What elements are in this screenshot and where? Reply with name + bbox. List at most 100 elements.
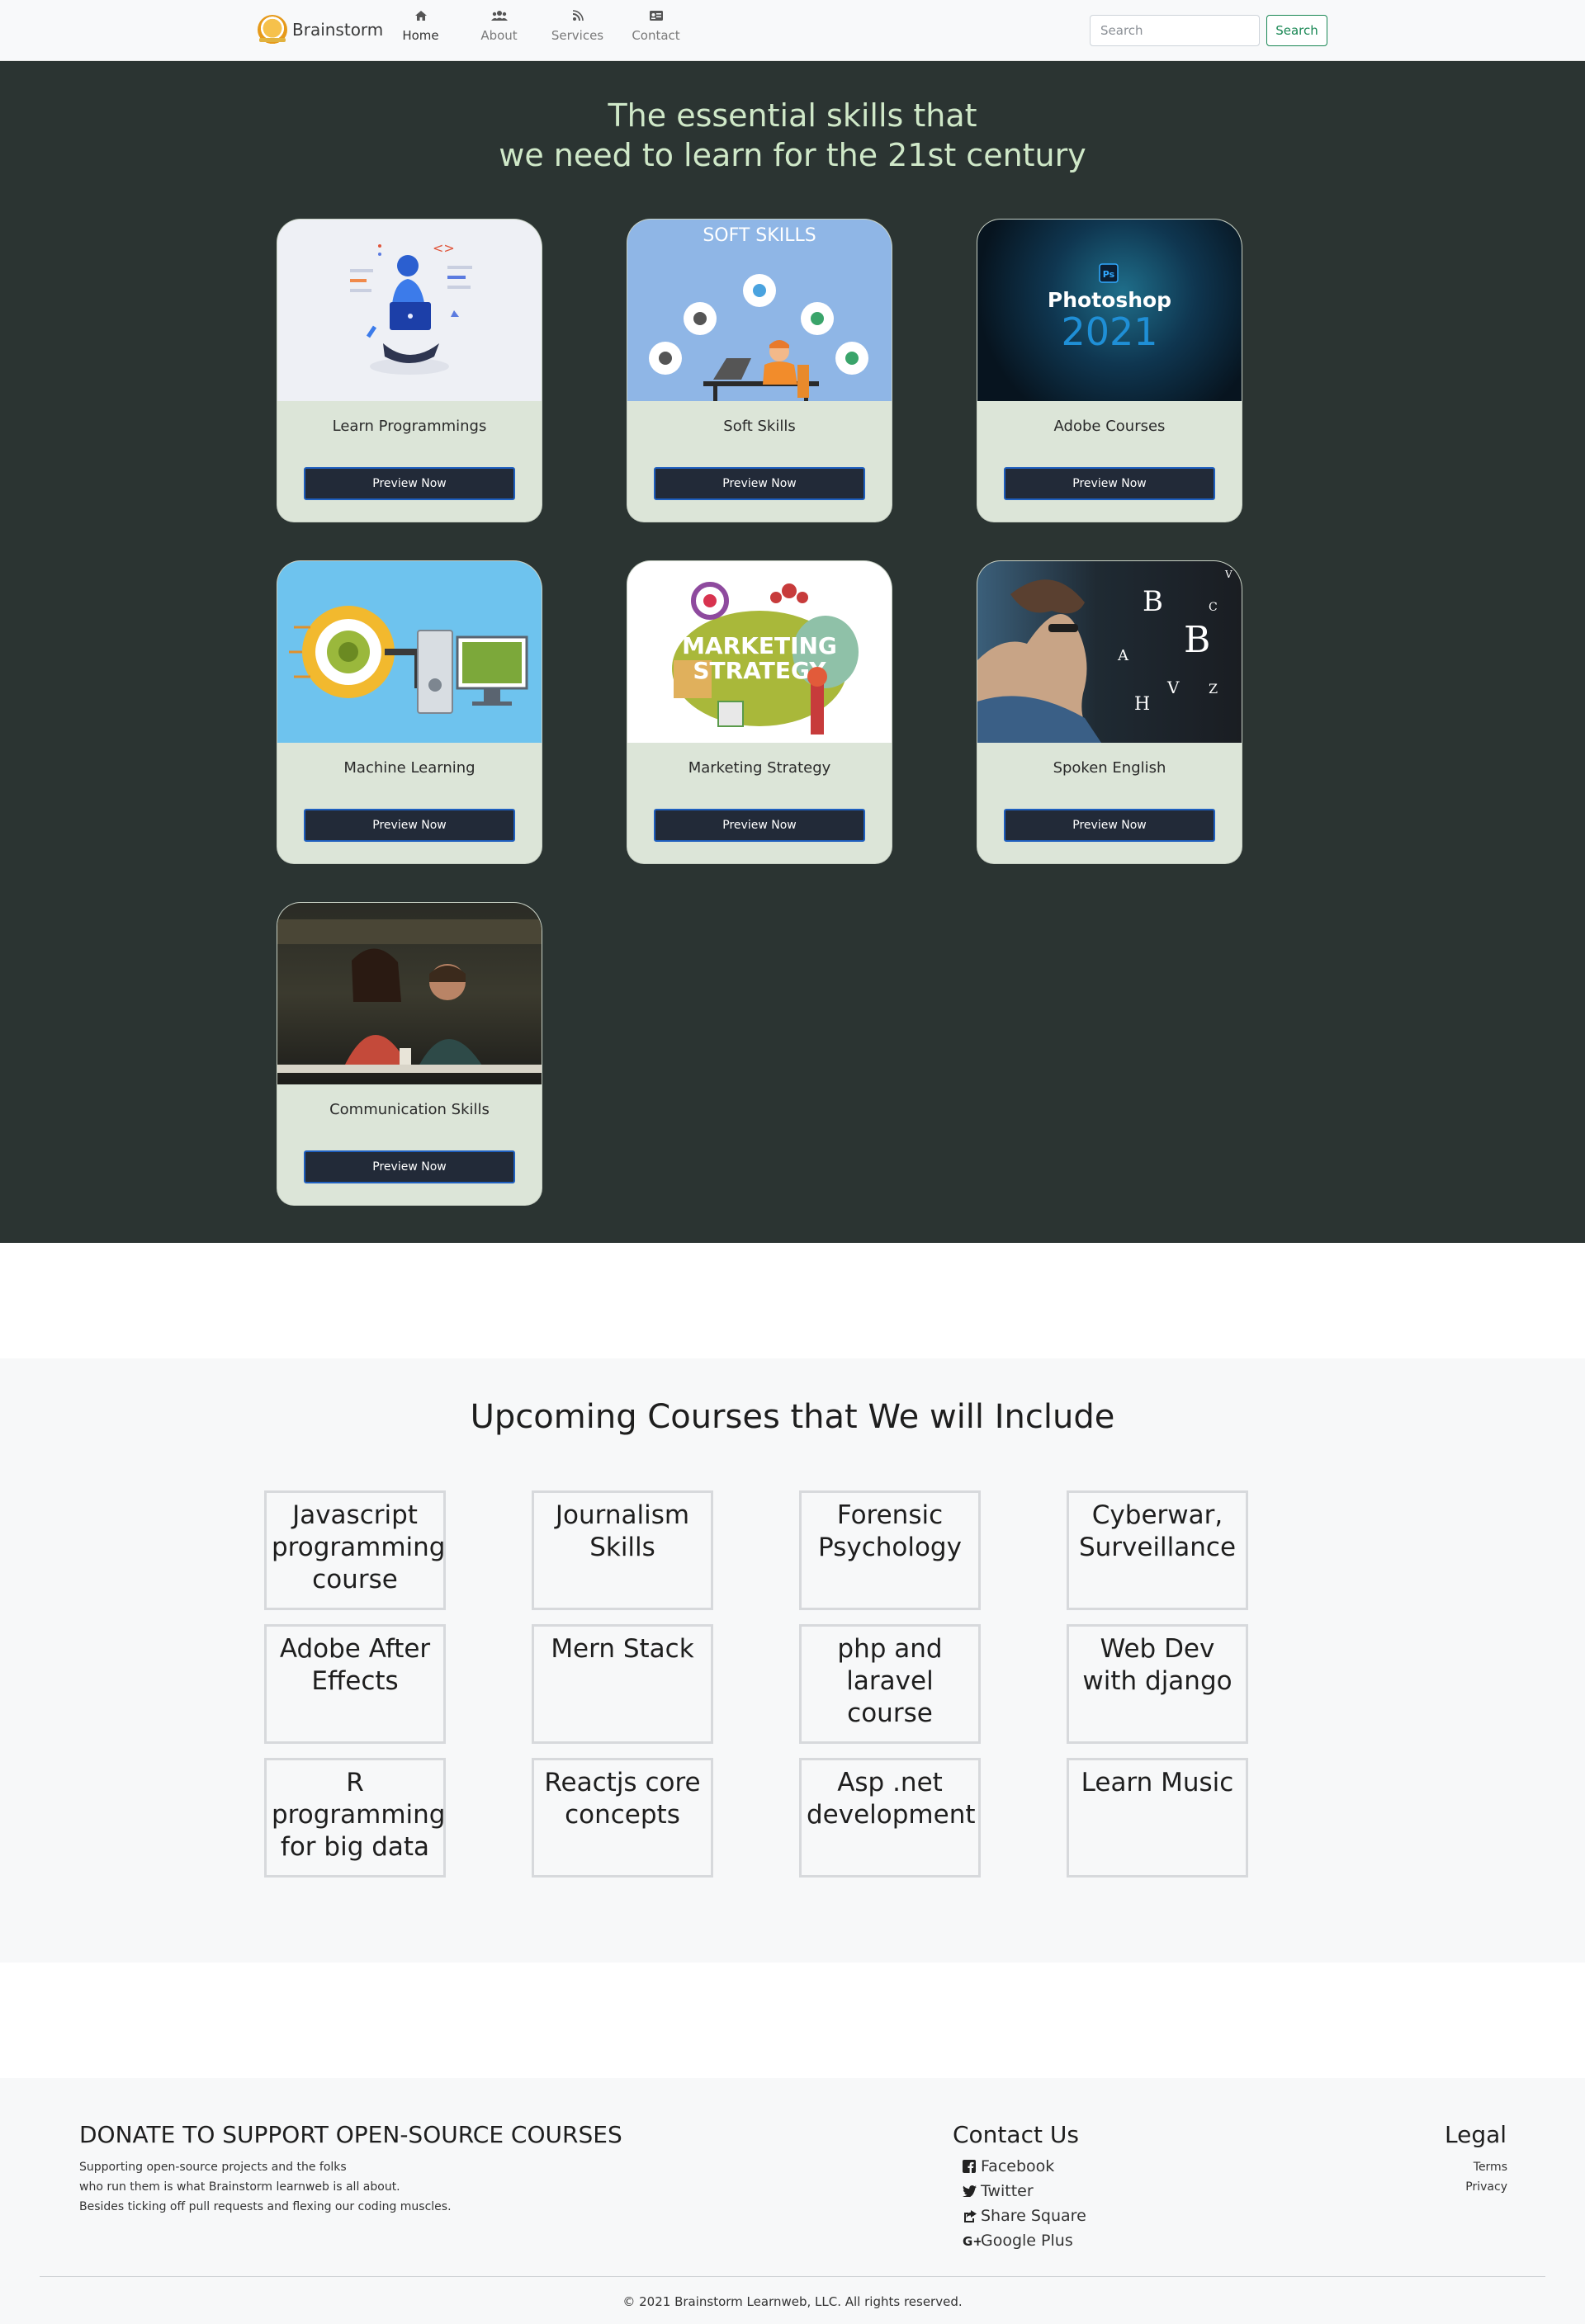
contact-links: Facebook Twitter Share Square G+ Google …	[963, 2154, 1086, 2253]
course-card-title: Marketing Strategy	[688, 759, 831, 777]
course-card-title: Communication Skills	[329, 1101, 490, 1118]
course-card-title: Machine Learning	[343, 759, 476, 777]
contact-heading: Contact Us	[953, 2121, 1079, 2148]
photoshop-title-text: Photoshop	[1048, 288, 1171, 312]
brand-name: Brainstorm	[292, 20, 384, 40]
upcoming-course-item: Forensic Psychology	[799, 1490, 981, 1610]
broadcast-icon	[572, 7, 584, 25]
navbar: Brainstorm Home About Services Contact S…	[0, 0, 1585, 61]
nav-item-home[interactable]: Home	[381, 7, 460, 43]
marketing-strategy-illustration: MARKETING STRATEGY	[627, 561, 892, 743]
svg-text:A: A	[1117, 647, 1129, 664]
soft-skills-illustration: SOFT SKILLS	[627, 220, 892, 401]
preview-now-button[interactable]: Preview Now	[304, 809, 515, 842]
twitter-icon	[963, 2185, 981, 2197]
search-input[interactable]	[1090, 15, 1260, 46]
course-card-marketing: MARKETING STRATEGY Marketing Strategy Pr…	[627, 561, 892, 863]
contact-link-label: Twitter	[981, 2182, 1034, 2200]
preview-now-button[interactable]: Preview Now	[1004, 809, 1215, 842]
legal-heading: Legal	[1445, 2121, 1507, 2148]
upcoming-course-item: Mern Stack	[532, 1624, 713, 1744]
upcoming-course-item: Reactjs core concepts	[532, 1758, 713, 1878]
id-card-icon	[649, 7, 664, 25]
facebook-icon	[963, 2160, 981, 2173]
nav-item-services[interactable]: Services	[538, 7, 617, 43]
nav-item-label: Services	[551, 28, 604, 43]
upcoming-course-item: Cyberwar, Surveillance	[1067, 1490, 1248, 1610]
course-card-title: Spoken English	[1053, 759, 1166, 777]
photoshop-ps-text: Ps	[1103, 269, 1115, 280]
marketing-image-text-1: MARKETING	[682, 632, 837, 659]
photoshop-2021-image: Ps Photoshop 2021	[977, 220, 1242, 401]
svg-text:V: V	[1224, 569, 1233, 580]
skills-section: The essential skills that we need to lea…	[0, 61, 1585, 1243]
contact-link-share-square[interactable]: Share Square	[963, 2204, 1086, 2228]
legal-link-terms[interactable]: Terms	[1403, 2157, 1507, 2177]
nav-menu: Home About Services Contact	[381, 7, 695, 43]
soft-skills-image-text: SOFT SKILLS	[703, 225, 816, 246]
machine-learning-illustration	[277, 561, 542, 743]
donate-heading: DONATE TO SUPPORT OPEN-SOURCE COURSES	[79, 2121, 622, 2148]
home-icon	[414, 7, 428, 25]
donate-line: who run them is what Brainstorm learnweb…	[79, 2180, 400, 2194]
users-icon	[490, 7, 508, 25]
upcoming-course-item: Adobe After Effects	[264, 1624, 446, 1744]
donate-description: Supporting open-source projects and the …	[79, 2157, 452, 2217]
communication-photo	[277, 903, 542, 1084]
contact-link-google-plus[interactable]: G+ Google Plus	[963, 2228, 1086, 2253]
legal-links: Terms Privacy	[1403, 2157, 1507, 2197]
course-card-communication: Communication Skills Preview Now	[277, 903, 542, 1205]
upcoming-course-item: Javascript programming course	[264, 1490, 446, 1610]
search-button[interactable]: Search	[1266, 15, 1327, 46]
contact-link-label: Google Plus	[981, 2232, 1073, 2250]
preview-now-button[interactable]: Preview Now	[654, 467, 865, 500]
course-card-spoken-english: BB A V Z H C V Spoken English Preview Now	[977, 561, 1242, 863]
svg-text:C: C	[1209, 601, 1218, 614]
photoshop-year-text: 2021	[1061, 309, 1157, 354]
svg-text:V: V	[1166, 678, 1180, 697]
svg-text:<>: <>	[433, 240, 455, 256]
google-plus-icon: G+	[963, 2235, 981, 2246]
svg-text:Z: Z	[1209, 681, 1218, 697]
course-card-title: Soft Skills	[723, 418, 796, 435]
preview-now-button[interactable]: Preview Now	[304, 467, 515, 500]
spoken-english-photo: BB A V Z H C V	[977, 561, 1242, 743]
course-card-machine-learning: Machine Learning Preview Now	[277, 561, 542, 863]
brand[interactable]: Brainstorm	[258, 15, 383, 45]
footer: DONATE TO SUPPORT OPEN-SOURCE COURSES Su…	[0, 2078, 1585, 2324]
footer-divider	[40, 2276, 1545, 2277]
upcoming-courses-section: Upcoming Courses that We will Include Ja…	[0, 1358, 1585, 1963]
nav-item-contact[interactable]: Contact	[617, 7, 695, 43]
contact-link-label: Facebook	[981, 2157, 1055, 2175]
course-card-title: Learn Programmings	[332, 418, 487, 435]
svg-text:B: B	[1143, 585, 1163, 618]
nav-item-label: Home	[402, 28, 439, 43]
brainstorm-logo-icon	[258, 15, 287, 45]
preview-now-button[interactable]: Preview Now	[304, 1150, 515, 1183]
svg-text:G+: G+	[963, 2235, 981, 2246]
course-card-soft-skills: SOFT SKILLS Soft Skills Preview Now	[627, 220, 892, 522]
skills-heading-line-2: we need to learn for the 21st century	[499, 137, 1086, 173]
skills-heading-line-1: The essential skills that	[608, 97, 977, 134]
contact-link-facebook[interactable]: Facebook	[963, 2154, 1086, 2179]
preview-now-button[interactable]: Preview Now	[654, 809, 865, 842]
preview-now-button[interactable]: Preview Now	[1004, 467, 1215, 500]
course-card-title: Adobe Courses	[1053, 418, 1166, 435]
upcoming-courses-heading: Upcoming Courses that We will Include	[470, 1398, 1115, 1436]
donate-line: Besides ticking off pull requests and fl…	[79, 2200, 452, 2213]
upcoming-course-item: Learn Music	[1067, 1758, 1248, 1878]
contact-link-label: Share Square	[981, 2207, 1086, 2225]
svg-text:H: H	[1134, 694, 1150, 715]
marketing-image-text-2: STRATEGY	[693, 657, 826, 684]
legal-link-privacy[interactable]: Privacy	[1403, 2177, 1507, 2197]
upcoming-course-item: Web Dev with django	[1067, 1624, 1248, 1744]
nav-item-label: Contact	[632, 28, 680, 43]
programming-illustration: <>	[277, 220, 542, 401]
nav-item-about[interactable]: About	[460, 7, 538, 43]
upcoming-course-item: Journalism Skills	[532, 1490, 713, 1610]
donate-line: Supporting open-source projects and the …	[79, 2161, 347, 2174]
upcoming-course-item: R programming for big data	[264, 1758, 446, 1878]
share-square-icon	[963, 2209, 981, 2222]
svg-text:B: B	[1184, 619, 1210, 661]
contact-link-twitter[interactable]: Twitter	[963, 2179, 1086, 2204]
